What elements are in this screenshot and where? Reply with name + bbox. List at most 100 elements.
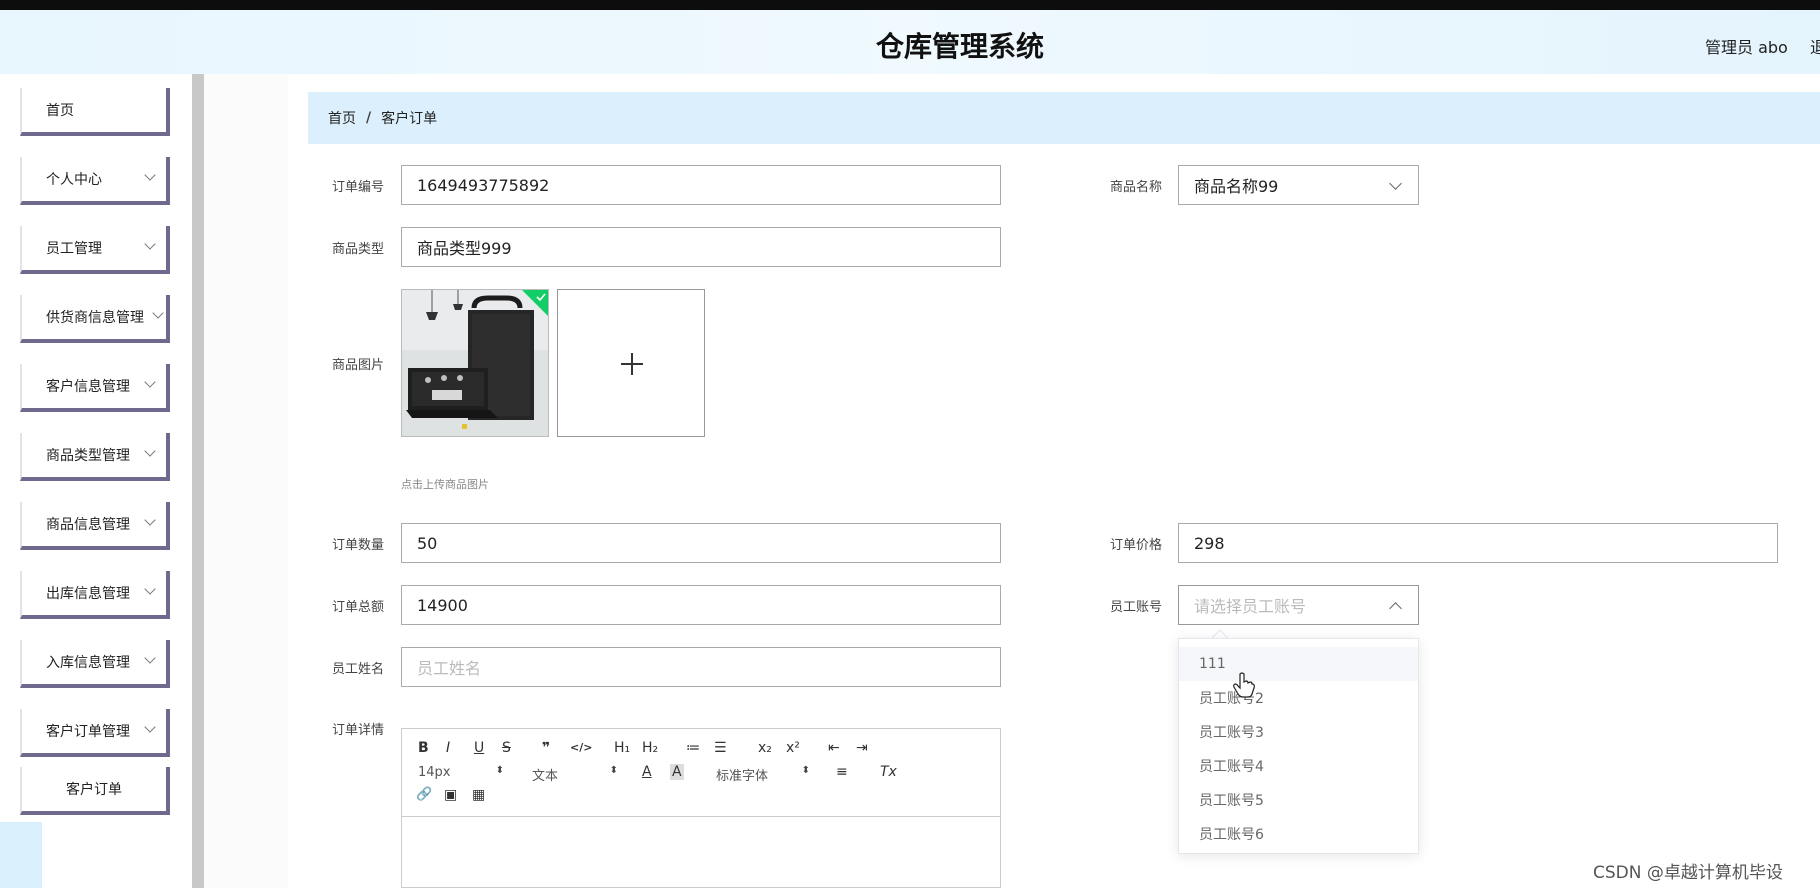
plus-icon-vertical	[631, 353, 633, 375]
sidebar-item-home[interactable]: 首页	[20, 88, 170, 136]
sidebar-item-product-type-management[interactable]: 商品类型管理	[20, 433, 170, 481]
paragraph-select[interactable]: 文本 ⬍	[532, 765, 618, 784]
sidebar-item-label: 客户订单管理	[46, 724, 130, 740]
employee-name-label: 员工姓名	[332, 662, 385, 677]
product-type-label: 商品类型	[332, 242, 385, 257]
price-input[interactable]: 298	[1178, 523, 1778, 563]
sidebar-item-label: 个人中心	[46, 172, 102, 188]
upload-success-icon	[522, 290, 548, 316]
employee-account-select[interactable]: 请选择员工账号	[1178, 585, 1419, 625]
breadcrumb: 首页 / 客户订单	[308, 92, 1820, 144]
sidebar-item-personal-center[interactable]: 个人中心	[20, 157, 170, 205]
background-color-button[interactable]: A	[670, 764, 684, 780]
ordered-list-button[interactable]: ≔	[686, 740, 700, 756]
clean-format-button[interactable]: Tx	[880, 764, 897, 780]
dropdown-option[interactable]: 员工账号2	[1179, 681, 1418, 715]
total-label: 订单总额	[332, 600, 385, 615]
upload-hint: 点击上传商品图片	[401, 478, 489, 491]
breadcrumb-home[interactable]: 首页	[328, 108, 356, 128]
sidebar-item-label: 客户订单	[66, 782, 122, 798]
window-top-strip	[0, 0, 1820, 10]
code-button[interactable]: </>	[570, 741, 592, 754]
sidebar-item-label: 商品类型管理	[46, 448, 130, 464]
superscript-button[interactable]: x²	[786, 740, 800, 756]
quantity-input[interactable]: 50	[401, 523, 1001, 563]
product-name-label: 商品名称	[1110, 180, 1163, 195]
watermark: CSDN @卓越计算机毕设	[1593, 863, 1783, 883]
sidebar-item-inbound-management[interactable]: 入库信息管理	[20, 640, 170, 688]
chevron-up-icon	[1389, 602, 1402, 615]
sidebar-item-label: 首页	[46, 103, 74, 119]
user-label: 管理员 abo	[1705, 38, 1788, 57]
italic-button[interactable]: I	[446, 740, 450, 756]
hand-cursor-icon	[1233, 672, 1255, 698]
editor-toolbar: B I U S ❞ </> H₁ H₂ ≔ ☰ x₂ x² ⇤ ⇥ 14px ⬍…	[402, 729, 1000, 817]
quantity-label: 订单数量	[332, 538, 385, 553]
price-value: 298	[1194, 533, 1225, 553]
details-label: 订单详情	[332, 723, 385, 738]
chevron-down-icon	[144, 514, 156, 526]
image-upload-button[interactable]	[557, 289, 705, 437]
quote-button[interactable]: ❞	[542, 740, 550, 756]
chevron-down-icon	[144, 376, 156, 388]
employee-account-dropdown: 111 员工账号2 员工账号3 员工账号4 员工账号5 员工账号6	[1178, 638, 1419, 854]
breadcrumb-separator: /	[366, 110, 372, 126]
content-gutter	[204, 74, 288, 888]
product-name-select[interactable]: 商品名称99	[1178, 165, 1419, 205]
price-label: 订单价格	[1110, 538, 1163, 553]
employee-name-input[interactable]: 员工姓名	[401, 647, 1001, 687]
chevron-down-icon	[144, 721, 156, 733]
total-input[interactable]: 14900	[401, 585, 1001, 625]
order-no-label: 订单编号	[332, 180, 385, 195]
strike-button[interactable]: S	[502, 740, 511, 756]
quantity-value: 50	[417, 533, 438, 553]
align-button[interactable]: ≡	[836, 764, 848, 780]
underline-button[interactable]: U	[474, 740, 484, 756]
subscript-button[interactable]: x₂	[758, 740, 772, 756]
link-button[interactable]: 🔗	[416, 787, 432, 802]
sidebar-item-product-info-management[interactable]: 商品信息管理	[20, 502, 170, 550]
logout-link[interactable]: 退	[1810, 34, 1820, 58]
bullet-list-button[interactable]: ☰	[714, 740, 727, 756]
dropdown-option[interactable]: 员工账号4	[1179, 749, 1418, 783]
chevron-down-icon	[144, 583, 156, 595]
dropdown-option[interactable]: 员工账号3	[1179, 715, 1418, 749]
sidebar-item-customer-management[interactable]: 客户信息管理	[20, 364, 170, 412]
font-family-value: 标准字体	[716, 769, 769, 784]
sidebar-item-label: 客户信息管理	[46, 379, 130, 395]
font-size-select[interactable]: 14px ⬍	[418, 765, 504, 781]
indent-button[interactable]: ⇥	[856, 740, 868, 756]
total-value: 14900	[417, 595, 468, 615]
chevron-down-icon	[144, 169, 156, 181]
sidebar-divider	[192, 74, 204, 888]
sidebar-item-customer-order-management[interactable]: 客户订单管理	[20, 709, 170, 757]
sidebar-subitem-customer-order[interactable]: 客户订单	[20, 767, 170, 815]
chevron-down-icon	[144, 445, 156, 457]
font-color-button[interactable]: A	[642, 764, 652, 780]
outdent-button[interactable]: ⇤	[828, 740, 840, 756]
dropdown-option[interactable]: 员工账号6	[1179, 817, 1418, 851]
chevron-down-icon	[1389, 177, 1402, 190]
dropdown-option[interactable]: 111	[1179, 647, 1418, 681]
employee-account-label: 员工账号	[1110, 600, 1163, 615]
chevron-down-icon	[144, 652, 156, 664]
sidebar-item-supplier-management[interactable]: 供货商信息管理	[20, 295, 170, 343]
video-button[interactable]: ▦	[472, 787, 485, 803]
h1-button[interactable]: H₁	[614, 740, 630, 756]
order-no-value: 1649493775892	[417, 175, 550, 195]
product-image-thumbnail[interactable]	[401, 289, 549, 437]
sidebar-item-label: 员工管理	[46, 241, 102, 257]
product-type-input[interactable]: 商品类型999	[401, 227, 1001, 267]
dropdown-option[interactable]: 员工账号5	[1179, 783, 1418, 817]
paragraph-value: 文本	[532, 769, 559, 784]
image-button[interactable]: ▣	[444, 787, 457, 803]
sidebar-item-outbound-management[interactable]: 出库信息管理	[20, 571, 170, 619]
order-no-input[interactable]: 1649493775892	[401, 165, 1001, 205]
app-title: 仓库管理系统	[875, 30, 1044, 63]
product-name-value: 商品名称99	[1194, 177, 1279, 196]
bold-button[interactable]: B	[418, 740, 429, 756]
updown-arrows-icon: ⬍	[495, 765, 504, 776]
h2-button[interactable]: H₂	[642, 740, 658, 756]
sidebar-item-employee-management[interactable]: 员工管理	[20, 226, 170, 274]
font-family-select[interactable]: 标准字体 ⬍	[716, 765, 810, 784]
